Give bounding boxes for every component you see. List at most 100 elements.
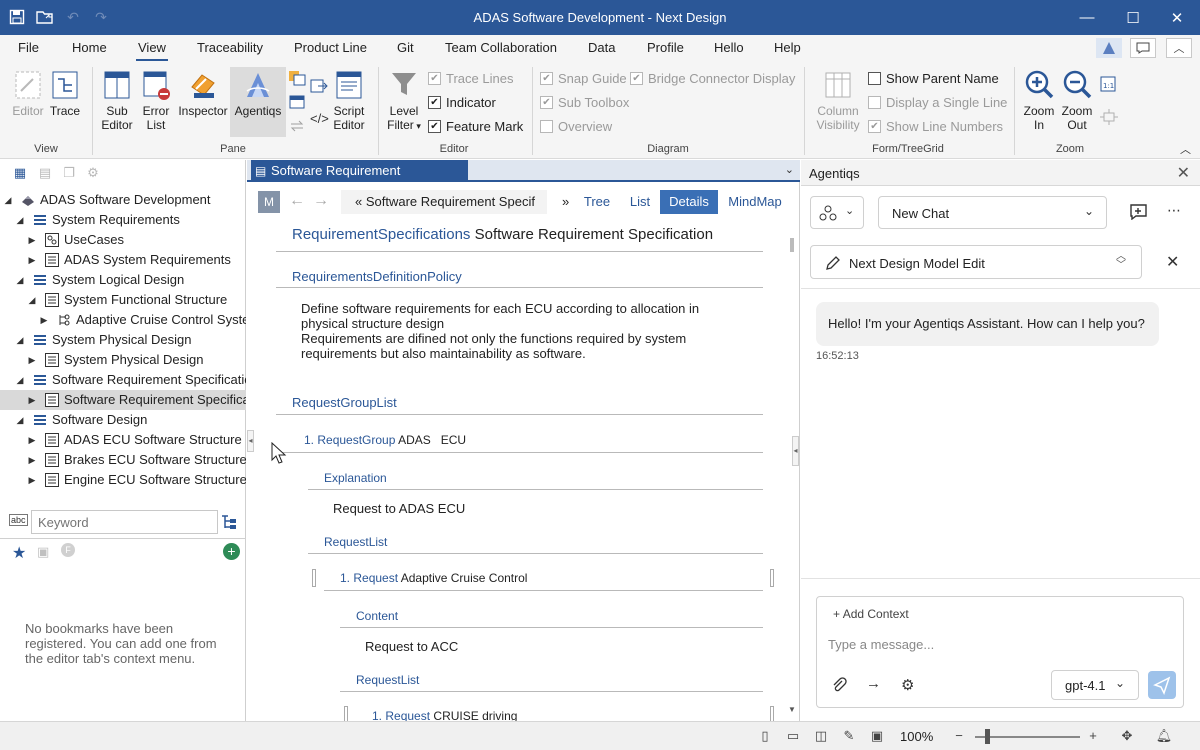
settings-gear-icon[interactable]: ⚙ — [901, 676, 914, 694]
trace-button[interactable]: Trace — [48, 69, 82, 118]
add-model-icon[interactable]: ▤ — [36, 165, 54, 181]
expand-arrow-icon[interactable]: ▶ — [26, 430, 38, 450]
forward-icon[interactable]: → — [313, 192, 329, 210]
trace-lines-checkbox[interactable]: ✔ Trace Lines — [428, 71, 513, 86]
explanation-text[interactable]: Request to ADAS ECU — [333, 501, 465, 516]
menu-home[interactable]: Home — [72, 40, 107, 55]
show-parent-name-checkbox[interactable]: Show Parent Name — [868, 71, 999, 86]
pane-layout-icon[interactable] — [288, 70, 306, 86]
highlight-icon[interactable]: ✎ — [840, 728, 858, 744]
zoom-100-icon[interactable]: 1:1 — [1100, 76, 1118, 92]
new-chat-icon[interactable] — [1130, 204, 1148, 223]
attach-icon[interactable] — [831, 677, 847, 696]
zoom-slider-track[interactable] — [975, 736, 1080, 738]
row-resize-handle[interactable] — [344, 706, 348, 721]
close-mode-icon[interactable]: ✕ — [1166, 252, 1179, 272]
menu-profile[interactable]: Profile — [647, 40, 684, 55]
left-splitter-handle[interactable]: ◂ — [247, 430, 254, 452]
mode-select[interactable]: Next Design Model Edit ︿ ﹀ — [810, 245, 1142, 279]
send-button[interactable] — [1148, 671, 1176, 699]
tree-item[interactable]: ◢ Software Design — [0, 410, 246, 430]
expand-arrow-icon[interactable]: ▶ — [26, 230, 38, 250]
tree-item[interactable]: ◢ System Requirements — [0, 210, 246, 230]
tree-item[interactable]: ◢ Software Requirement Specification — [0, 370, 246, 390]
tab-dropdown-icon[interactable]: ⌄ — [785, 163, 794, 176]
level-filter-button[interactable]: Level Filter ▾ — [382, 69, 426, 133]
collapse-arrow-icon[interactable]: ◢ — [14, 270, 26, 290]
menu-product-line[interactable]: Product Line — [294, 40, 367, 55]
request-item[interactable]: 1. Request Adaptive Cruise Control — [340, 571, 527, 586]
right-splitter-handle[interactable]: ◂ — [792, 436, 799, 466]
collapse-arrow-icon[interactable]: ◢ — [26, 290, 38, 310]
message-input[interactable]: Type a message... — [828, 637, 934, 652]
collapse-ribbon-icon[interactable]: ︿ — [1166, 38, 1192, 58]
output-icon[interactable] — [310, 78, 328, 94]
breadcrumb-next[interactable]: » — [562, 194, 569, 209]
arrow-right-icon[interactable]: → — [866, 675, 881, 692]
indicator-checkbox[interactable]: ✔ Indicator — [428, 95, 496, 110]
close-window-button[interactable]: ✕ — [1154, 0, 1200, 35]
pane-list-icon[interactable] — [288, 94, 306, 110]
more-icon[interactable]: ⋯ — [1167, 202, 1181, 219]
zoom-in-button[interactable]: Zoom In — [1020, 69, 1058, 132]
notification-bell-icon[interactable]: 🔔︎ — [1155, 728, 1173, 744]
bookmark-folder-icon[interactable]: ▣ — [37, 544, 49, 560]
display-single-line-checkbox[interactable]: Display a Single Line — [868, 95, 1007, 110]
maximize-button[interactable]: ☐ — [1110, 0, 1156, 35]
search-options-icon[interactable] — [220, 513, 238, 531]
add-context-button[interactable]: + Add Context — [833, 607, 909, 621]
tree-item[interactable]: ▶ Adaptive Cruise Control System — [0, 310, 246, 330]
navigator-layout-icon[interactable]: ▦ — [11, 165, 29, 181]
tree-item[interactable]: ▶ Engine ECU Software Structure — [0, 470, 246, 490]
comment-icon[interactable] — [1130, 38, 1156, 58]
zoom-slider-thumb[interactable] — [985, 729, 990, 744]
zoom-plus-icon[interactable]: + — [1084, 728, 1102, 744]
agentiqs-button[interactable]: Agentiqs — [230, 67, 286, 137]
expand-arrow-icon[interactable]: ▶ — [26, 250, 38, 270]
model-select[interactable]: gpt-4.1 ⌄ — [1051, 670, 1139, 700]
zoom-minus-icon[interactable]: − — [950, 728, 968, 744]
tree-item[interactable]: ▶ System Physical Design — [0, 350, 246, 370]
tree-item[interactable]: ▶ Software Requirement Specification — [0, 390, 246, 410]
agent-selector[interactable]: ⌄ — [810, 196, 864, 229]
show-line-numbers-checkbox[interactable]: ✔ Show Line Numbers — [868, 119, 1003, 134]
collapse-arrow-icon[interactable]: ◢ — [14, 410, 26, 430]
expand-arrow-icon[interactable]: ▶ — [38, 310, 50, 330]
row-resize-handle[interactable] — [770, 706, 774, 721]
collapse-arrow-icon[interactable]: ◢ — [14, 370, 26, 390]
tree-item[interactable]: ◢ System Logical Design — [0, 270, 246, 290]
ribbon-collapse-icon[interactable]: ︿ — [1180, 141, 1198, 157]
breadcrumb[interactable]: « Software Requirement Specif — [341, 190, 547, 214]
copy-model-icon[interactable]: ❐ — [60, 165, 78, 181]
script-editor-button[interactable]: Script Editor — [328, 69, 370, 132]
column-visibility-button[interactable]: Column Visibility — [810, 69, 866, 132]
editor-button[interactable]: Editor — [8, 69, 48, 118]
code-icon[interactable]: </> — [310, 111, 329, 127]
tree-item[interactable]: ▶ UseCases — [0, 230, 246, 250]
keyword-input[interactable] — [31, 510, 218, 534]
content-text[interactable]: Request to ACC — [365, 639, 458, 654]
snap-guide-checkbox[interactable]: ✔ Snap Guide — [540, 71, 627, 86]
back-icon[interactable]: ← — [289, 192, 305, 210]
collapse-arrow-icon[interactable]: ◢ — [14, 330, 26, 350]
bridge-connector-checkbox[interactable]: ✔ Bridge Connector Display — [630, 71, 795, 86]
expand-arrow-icon[interactable]: ▶ — [26, 470, 38, 490]
layout-3-icon[interactable]: ◫ — [812, 728, 830, 744]
chat-session-select[interactable]: New Chat ⌄ — [878, 196, 1107, 229]
sub-editor-button[interactable]: Sub Editor — [98, 69, 136, 132]
overview-icon[interactable]: ▣ — [868, 728, 886, 744]
view-mindmap-tab[interactable]: MindMap — [725, 190, 785, 214]
row-resize-handle[interactable] — [312, 569, 316, 587]
menu-traceability[interactable]: Traceability — [197, 40, 263, 55]
menu-hello[interactable]: Hello — [714, 40, 744, 55]
row-resize-handle[interactable] — [770, 569, 774, 587]
inspector-button[interactable]: Inspector — [176, 69, 230, 118]
model-tag[interactable]: M — [258, 191, 280, 213]
view-tree-tab[interactable]: Tree — [579, 190, 615, 214]
menu-file[interactable]: File — [18, 40, 39, 55]
layout-1-icon[interactable]: ▯ — [756, 728, 774, 744]
error-list-button[interactable]: Error List — [138, 69, 174, 132]
sub-toolbox-checkbox[interactable]: ✔ Sub Toolbox — [540, 95, 629, 110]
close-panel-icon[interactable]: ✕ — [1177, 163, 1190, 183]
menu-team-collaboration[interactable]: Team Collaboration — [445, 40, 557, 55]
